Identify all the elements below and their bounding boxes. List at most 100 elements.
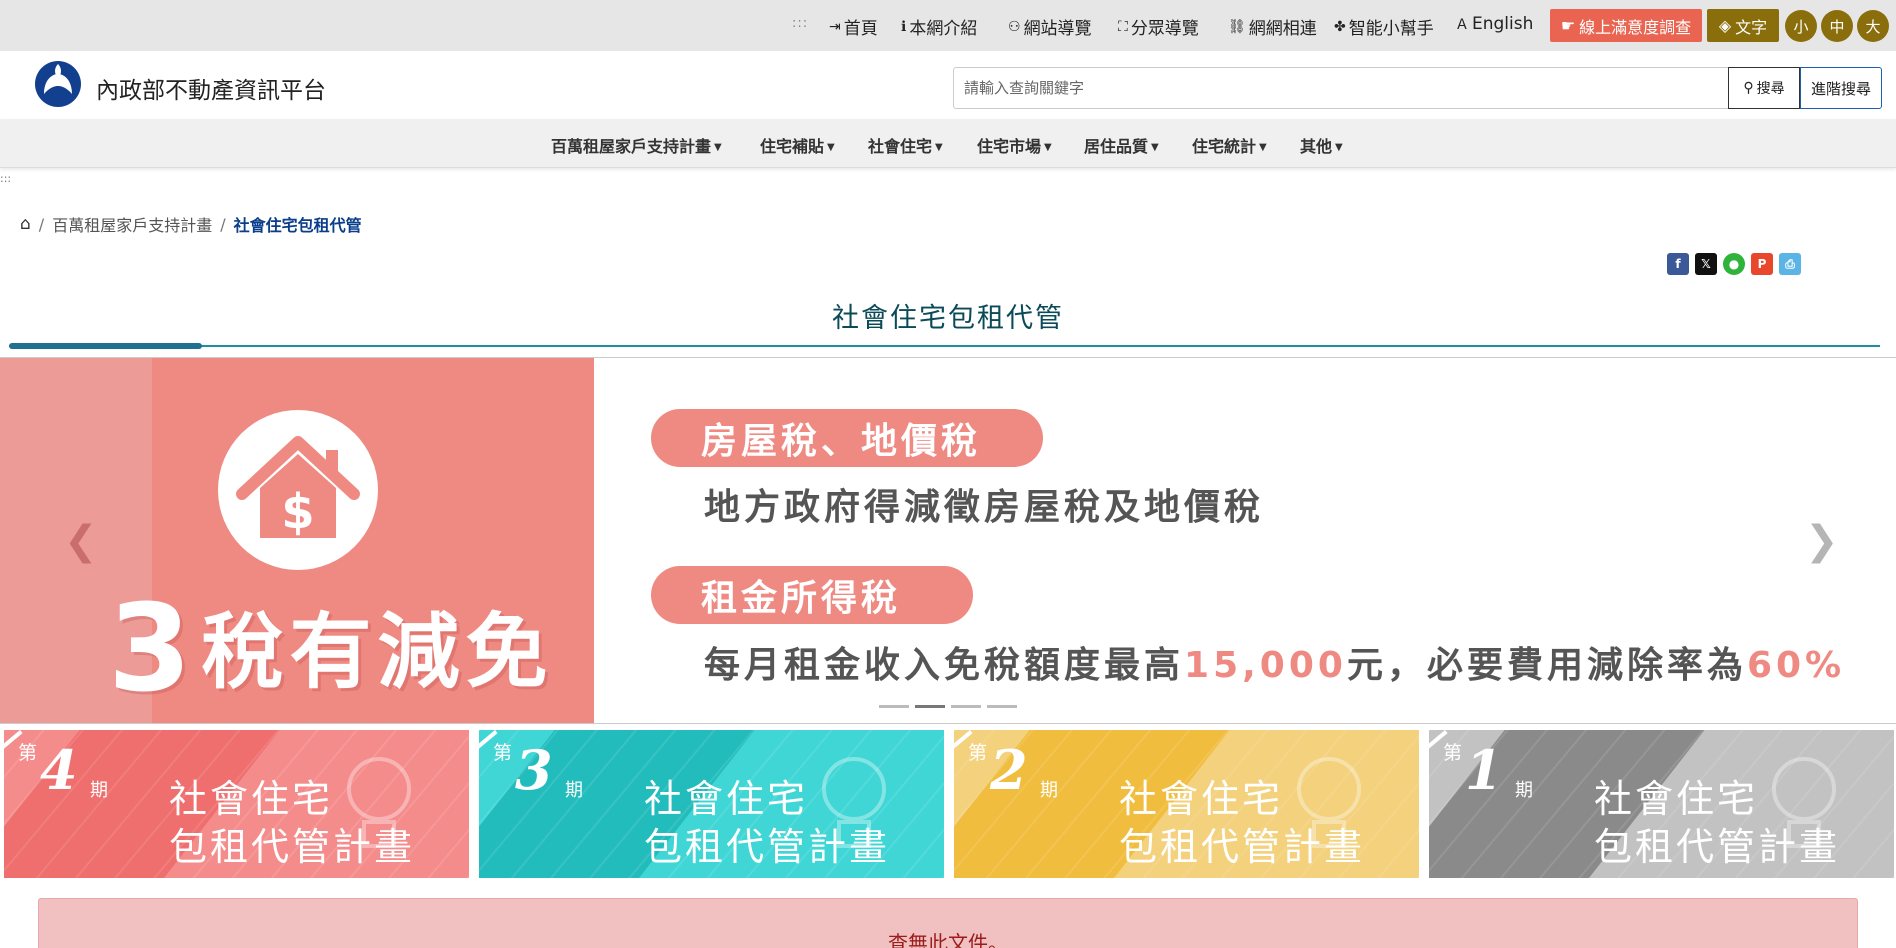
card-title-line2: 包租代管計畫 [1119,825,1366,869]
nav-housing-statistics[interactable]: 住宅統計 ▼ [1192,133,1267,157]
font-size-small-button[interactable]: 小 [1785,10,1817,42]
tax-text-rent: 每月租金收入免稅額度最高15,000元，必要費用減除率為60% [704,636,1845,688]
search-button[interactable]: ⚲ 搜尋 [1728,67,1800,109]
nav-housing-subsidy[interactable]: 住宅補貼 ▼ [760,133,835,157]
smart-helper-link[interactable]: ✤ 智能小幫手 [1334,14,1434,40]
tax-text-rent-a: 每月租金收入免稅額度最高 [704,645,1185,686]
period-card[interactable]: 第 4 期 社會住宅 包租代管計畫 [4,730,469,878]
info-icon: ℹ [901,18,907,35]
card-period-number: 2 [990,738,1028,802]
card-prefix: 第 [18,742,38,764]
card-suffix: 期 [565,780,583,801]
search-input[interactable] [953,67,1729,109]
breadcrumb-separator: / [220,214,226,234]
sitemap-link[interactable]: ⚇ 網站導覽 [1008,14,1092,40]
home-link-label: 首頁 [843,19,878,39]
related-links-link[interactable]: ⛓ 網網相連 [1228,14,1317,40]
card-title-line2: 包租代管計畫 [644,825,891,869]
card-title-line2: 包租代管計畫 [169,825,416,869]
banner-carousel[interactable]: $ 3稅有減免 房屋稅、地價稅 地方政府得減徵房屋稅及地價稅 租金所得稅 每月租… [0,357,1896,724]
sitemap-link-label: 網站導覽 [1023,19,1092,39]
print-icon[interactable]: ⎙ [1779,253,1801,275]
carousel-prev-icon[interactable]: ❮ [64,518,98,564]
not-found-alert: 查無此文件。 [38,898,1858,948]
card-title-line1: 社會住宅 [169,777,334,821]
font-size-medium-button[interactable]: 中 [1821,10,1853,42]
card-title-line1: 社會住宅 [1119,777,1284,821]
card-suffix: 期 [90,780,108,801]
home-icon[interactable]: ⌂ [20,214,31,234]
house-dollar-icon: $ [218,410,378,570]
caret-down-icon: ▼ [1151,142,1159,153]
text-mode-button[interactable]: ◈ 文字 [1707,9,1779,42]
caret-down-icon: ▼ [827,142,835,153]
nav-others[interactable]: 其他 ▼ [1300,133,1343,157]
breadcrumb: ⌂ / 百萬租屋家戶支持計畫 / 社會住宅包租代管 [20,212,362,236]
font-size-large-button[interactable]: 大 [1857,10,1889,42]
carousel-indicator[interactable] [951,705,981,708]
text-mode-label: 文字 [1735,17,1768,37]
search-icon: ⚲ [1743,80,1754,96]
svg-text:$: $ [281,484,314,540]
home-link[interactable]: ⇥ 首頁 [829,14,878,40]
advanced-search-button[interactable]: 進階搜尋 [1800,67,1882,109]
accesskey-marker[interactable]: ::: [792,16,808,31]
card-prefix: 第 [493,742,513,764]
ministry-logo-icon[interactable] [34,60,82,108]
breadcrumb-item[interactable]: 百萬租屋家戶支持計畫 [52,212,212,236]
card-period-number: 1 [1465,738,1503,802]
nav-rental-support-label: 百萬租屋家戶支持計畫 [551,137,712,156]
about-link-label: 本網介紹 [909,19,978,39]
nav-social-housing[interactable]: 社會住宅 ▼ [868,133,943,157]
about-link[interactable]: ℹ 本網介紹 [901,14,978,40]
nav-living-quality-label: 居住品質 [1084,137,1149,156]
tax-pill-rent: 租金所得稅 [651,566,973,624]
period-card[interactable]: 第 2 期 社會住宅 包租代管計畫 [954,730,1419,878]
accesskey-marker-main[interactable]: ::: [0,172,11,185]
line-icon[interactable]: ● [1723,253,1745,275]
facebook-icon[interactable]: f [1667,253,1689,275]
top-utility-bar: ::: ⇥ 首頁 ℹ 本網介紹 ⚇ 網站導覽 ⛶ 分眾導覽 ⛓ 網網相連 ✤ 智… [0,0,1896,51]
nav-rental-support[interactable]: 百萬租屋家戶支持計畫 ▼ [551,133,722,157]
nav-living-quality[interactable]: 居住品質 ▼ [1084,133,1159,157]
slide-right-panel: 房屋稅、地價稅 地方政府得減徵房屋稅及地價稅 租金所得稅 每月租金收入免稅額度最… [594,358,1841,723]
nav-housing-subsidy-label: 住宅補貼 [760,137,825,156]
link-icon: ⛓ [1228,18,1246,35]
english-link-label: English [1472,14,1534,34]
x-icon[interactable]: 𝕏 [1695,253,1717,275]
breadcrumb-current: 社會住宅包租代管 [233,216,362,235]
english-link[interactable]: Ａ English [1455,14,1533,34]
carousel-indicator[interactable] [879,705,909,708]
smart-helper-label: 智能小幫手 [1348,19,1434,39]
search-button-label: 搜尋 [1756,81,1785,97]
tax-text-property: 地方政府得減徵房屋稅及地價稅 [704,487,1265,528]
survey-button-label: 線上滿意度調查 [1579,17,1692,37]
caret-down-icon: ▼ [1259,142,1267,153]
caret-down-icon: ▼ [935,142,943,153]
period-card[interactable]: 第 3 期 社會住宅 包租代管計畫 [479,730,944,878]
slide-headline: 3稅有減免 [108,580,554,719]
card-title-line1: 社會住宅 [1594,777,1759,821]
card-suffix: 期 [1515,780,1533,801]
nav-housing-market-label: 住宅市場 [977,137,1042,156]
nav-others-label: 其他 [1300,137,1333,156]
carousel-indicator[interactable] [915,705,945,708]
card-suffix: 期 [1040,780,1058,801]
hand-pointer-icon: ☛ [1560,16,1576,35]
audience-nav-link[interactable]: ⛶ 分眾導覽 [1118,14,1199,40]
satisfaction-survey-button[interactable]: ☛ 線上滿意度調查 [1550,9,1702,42]
caret-down-icon: ▼ [714,142,722,153]
sitemap-icon: ⚇ [1008,18,1021,35]
period-card[interactable]: 第 1 期 社會住宅 包租代管計畫 [1429,730,1894,878]
tax-text-rent-c: 元，必要費用減除率為 [1346,645,1747,686]
site-title[interactable]: 內政部不動產資訊平台 [96,71,326,105]
main-navigation: 百萬租屋家戶支持計畫 ▼ 住宅補貼 ▼ 社會住宅 ▼ 住宅市場 ▼ 居住品質 ▼ 住宅統計… [0,119,1896,168]
plurk-icon[interactable]: P [1751,253,1773,275]
sign-in-icon: ⇥ [829,18,841,35]
card-period-number: 3 [515,738,553,802]
nav-housing-market[interactable]: 住宅市場 ▼ [977,133,1052,157]
carousel-indicator[interactable] [987,705,1017,708]
layers-icon: ◈ [1718,16,1732,35]
carousel-next-icon[interactable]: ❯ [1805,518,1839,564]
nav-housing-statistics-label: 住宅統計 [1192,137,1257,156]
